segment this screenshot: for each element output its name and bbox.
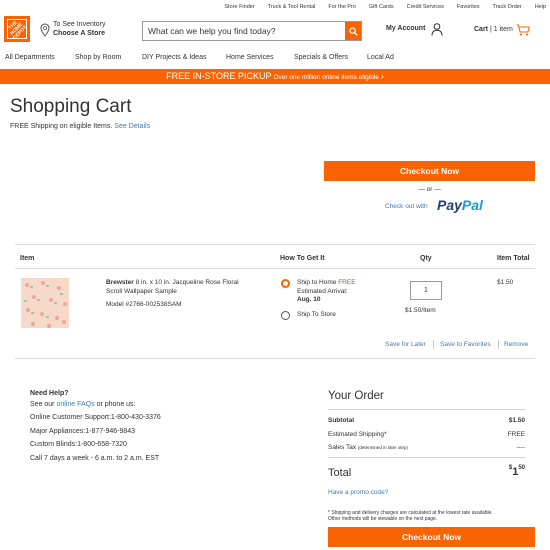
store-prompt: To See Inventory xyxy=(53,21,106,28)
your-order-title: Your Order xyxy=(328,390,384,402)
table-top-divider xyxy=(15,244,535,245)
action-separator xyxy=(498,340,499,349)
checkout-now-button[interactable]: Checkout Now xyxy=(324,161,535,181)
order-divider xyxy=(328,409,525,410)
paypal-logo-part1: Pay xyxy=(437,197,462,213)
sales-tax-note: (determined in later step) xyxy=(357,445,408,450)
quantity-input[interactable]: 1 xyxy=(410,281,442,300)
see-details-link[interactable]: See Details xyxy=(114,123,150,130)
unit-price: $1.50/Item xyxy=(405,307,436,314)
search-icon xyxy=(348,26,358,36)
shipping-label: Estimated Shipping* xyxy=(328,431,387,438)
order-divider xyxy=(328,457,525,458)
search-input[interactable] xyxy=(143,22,345,40)
promo-code-link[interactable]: Have a promo code? xyxy=(328,489,388,496)
shipping-value: FREE xyxy=(507,431,525,438)
ship-to-store-label: Ship To Store xyxy=(297,311,336,318)
choose-store-link[interactable]: Choose A Store xyxy=(53,30,105,37)
utility-link-truck-rental[interactable]: Truck & Tool Rental xyxy=(268,4,316,10)
utility-link-track-order[interactable]: Track Order xyxy=(493,4,522,10)
shipping-note: * Shipping and delivery charges are calc… xyxy=(328,510,528,522)
table-bottom-divider xyxy=(15,358,535,359)
column-header-qty: Qty xyxy=(420,255,432,262)
table-header-divider xyxy=(15,268,535,269)
free-shipping-text: FREE Shipping on eligible Items. xyxy=(10,123,113,130)
column-header-how: How To Get It xyxy=(280,255,325,262)
product-brand: Brewster xyxy=(106,279,134,286)
nav-all-departments[interactable]: All Departments xyxy=(5,54,55,61)
checkout-with-label: Check out with xyxy=(385,203,428,210)
nav-home-services[interactable]: Home Services xyxy=(226,54,273,61)
utility-link-credit-services[interactable]: Credit Services xyxy=(407,4,444,10)
nav-specials-offers[interactable]: Specials & Offers xyxy=(294,54,348,61)
utility-link-help[interactable]: Help xyxy=(535,4,546,10)
utility-link-favorites[interactable]: Favorites xyxy=(457,4,480,10)
cart-count: 1 item xyxy=(493,26,513,33)
my-account-link[interactable]: My Account xyxy=(386,25,425,32)
remove-link[interactable]: Remove xyxy=(504,341,528,348)
paypal-logo-part2: Pal xyxy=(461,197,483,213)
ship-to-store-radio[interactable] xyxy=(281,311,290,320)
help-blinds-phone: Custom Blinds:1-800-658-7320 xyxy=(30,441,127,448)
search-button[interactable] xyxy=(345,22,361,40)
chevron-right-icon: › xyxy=(380,71,384,81)
arrival-date: Aug. 10 xyxy=(297,296,321,303)
cart-icon[interactable] xyxy=(516,24,530,36)
main-nav: All Departments Shop by Room DIY Project… xyxy=(0,54,550,66)
search-bar xyxy=(142,21,362,41)
need-help-title: Need Help? xyxy=(30,390,69,397)
item-total: $1.50 xyxy=(497,279,514,286)
subtotal-value: $1.50 xyxy=(508,417,525,424)
help-appliances-phone: Major Appliances:1-877-946-9843 xyxy=(30,428,136,435)
nav-local-ad[interactable]: Local Ad xyxy=(367,54,394,61)
utility-nav: Store Finder Truck & Tool Rental For the… xyxy=(211,4,546,10)
save-for-later-link[interactable]: Save for Later xyxy=(385,341,426,348)
save-to-favorites-link[interactable]: Save to Favorites xyxy=(440,341,491,348)
utility-link-for-the-pro[interactable]: For the Pro xyxy=(328,4,356,10)
nav-diy-projects[interactable]: DIY Projects & Ideas xyxy=(142,54,206,61)
help-or-phone: or phone us: xyxy=(96,401,136,408)
paypal-logo: PayPal xyxy=(437,197,483,213)
promo-headline: FREE IN-STORE PICKUP xyxy=(166,71,272,81)
total-value: $150 xyxy=(508,465,525,478)
home-depot-logo[interactable]: THE HOME DEPOT xyxy=(4,16,30,42)
ship-to-home-label: Ship to Home xyxy=(297,279,337,286)
promo-subtext: Over one million online items eligible xyxy=(273,74,379,81)
product-thumbnail[interactable] xyxy=(21,278,69,328)
product-name[interactable]: Brewster 8 in. x 10 in. Jacqueline Rose … xyxy=(106,279,256,296)
cart-label: Cart xyxy=(474,26,489,33)
or-divider: — or — xyxy=(418,186,441,193)
product-model: Model #2766-002538SAM xyxy=(106,301,182,308)
free-shipping-note: FREE Shipping on eligible Items. See Det… xyxy=(10,123,150,130)
help-hours: Call 7 days a week - 6 a.m. to 2 a.m. ES… xyxy=(30,455,160,462)
column-header-total: Item Total xyxy=(497,255,530,262)
cart-link[interactable]: Cart | 1 item xyxy=(474,26,513,33)
user-icon[interactable] xyxy=(431,23,443,36)
action-separator xyxy=(433,340,434,349)
help-support-phone: Online Customer Support:1-800-430-3376 xyxy=(30,414,161,421)
free-badge: FREE xyxy=(338,279,356,286)
total-dollar-sign: $ xyxy=(508,465,513,471)
checkout-now-button-bottom[interactable]: Checkout Now xyxy=(328,527,535,547)
subtotal-label: Subtotal xyxy=(328,417,354,424)
ship-to-home-option: Ship to Home FREE Estimated Arrival: Aug… xyxy=(297,279,356,305)
help-faq-line: See our online FAQs or phone us: xyxy=(30,401,136,408)
location-pin-icon xyxy=(40,23,50,37)
total-label: Total xyxy=(328,467,352,479)
sales-tax-label: Sales Tax xyxy=(328,444,357,451)
utility-link-gift-cards[interactable]: Gift Cards xyxy=(369,4,394,10)
shipping-note-line2: Other methods will be viewable on the ne… xyxy=(328,516,438,522)
promo-banner[interactable]: FREE IN-STORE PICKUP Over one million on… xyxy=(0,69,550,84)
column-header-item: Item xyxy=(20,255,35,262)
total-cents: 50 xyxy=(518,465,525,471)
estimated-arrival-label: Estimated Arrival: xyxy=(297,287,348,295)
page-title: Shopping Cart xyxy=(10,96,132,117)
sales-tax-row: Sales Tax (determined in later step) xyxy=(328,444,408,451)
utility-link-store-finder[interactable]: Store Finder xyxy=(224,4,254,10)
nav-shop-by-room[interactable]: Shop by Room xyxy=(75,54,121,61)
help-see-our: See our xyxy=(30,401,55,408)
ship-to-home-radio[interactable] xyxy=(281,279,290,288)
online-faqs-link[interactable]: online FAQs xyxy=(56,401,94,408)
sales-tax-value: ---- xyxy=(516,444,525,451)
